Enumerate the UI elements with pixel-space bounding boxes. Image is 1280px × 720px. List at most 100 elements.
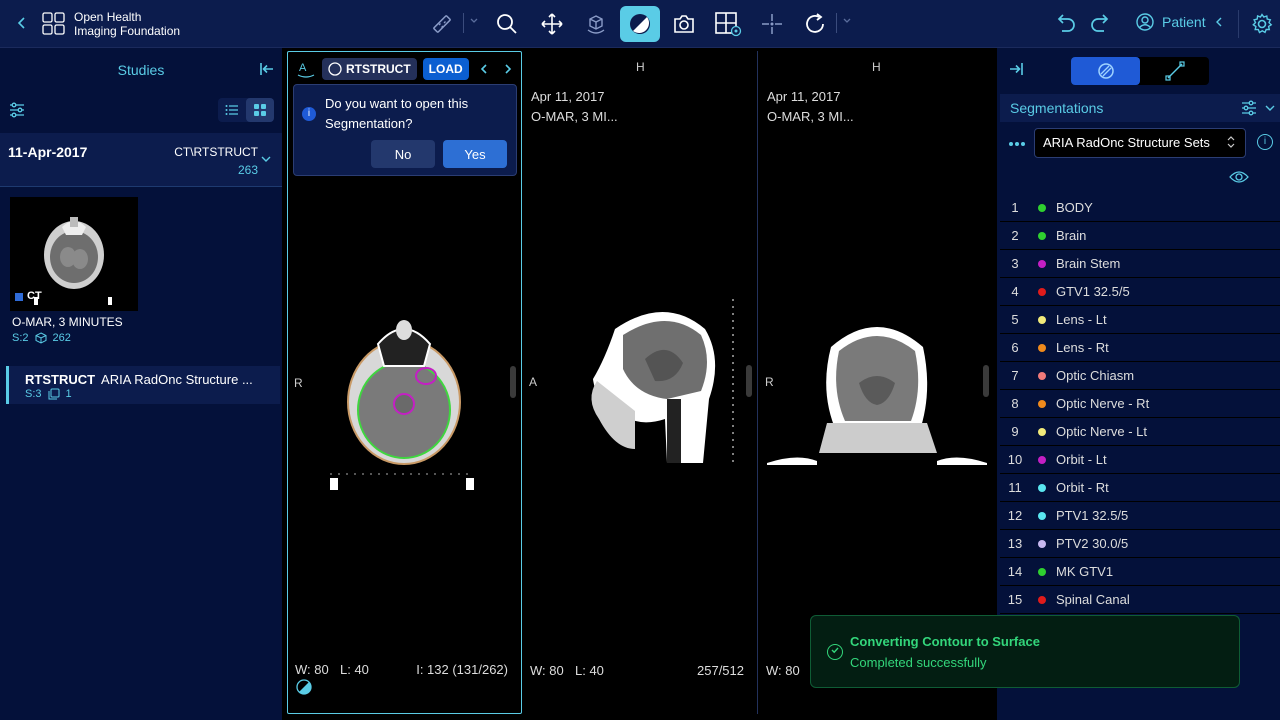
segment-row[interactable]: 3 Brain Stem	[1000, 250, 1280, 278]
notification-toast[interactable]: Converting Contour to Surface Completed …	[810, 615, 1240, 688]
segment-row[interactable]: 8 Optic Nerve - Rt	[1000, 390, 1280, 418]
prompt-no-button[interactable]: No	[371, 140, 435, 168]
prompt-question: Do you want to open this Segmentation?	[325, 96, 469, 131]
segment-number: 8	[1011, 396, 1019, 411]
rtstruct-title: RTSTRUCT ARIA RadOnc Structure ...	[25, 372, 253, 387]
rtstruct-instance-count: 1	[65, 388, 72, 400]
collapse-right-panel-icon[interactable]	[1007, 60, 1025, 83]
series-number: S:2	[12, 332, 29, 344]
study-modalities: CT\RTSTRUCT 263	[174, 143, 258, 179]
window-level-icon[interactable]	[620, 6, 660, 42]
patient-toggle[interactable]: Patient	[1136, 13, 1224, 31]
segment-color-dot	[1038, 203, 1046, 212]
open-segmentation-prompt: i Do you want to open this Segmentation?…	[293, 84, 517, 176]
segment-color-dot	[1038, 483, 1046, 492]
info-icon: i	[302, 107, 316, 121]
segmentations-header-actions	[1240, 99, 1276, 117]
segment-row[interactable]: 2 Brain	[1000, 222, 1280, 250]
segment-row[interactable]: 9 Optic Nerve - Lt	[1000, 418, 1280, 446]
series-thumbnail[interactable]: CT O-MAR, 3 MINUTES S:2 262	[6, 194, 140, 360]
visibility-eye-icon[interactable]	[1229, 170, 1249, 189]
collapse-left-panel-icon[interactable]	[258, 60, 276, 78]
prompt-yes-button[interactable]: Yes	[443, 140, 507, 168]
segmentation-select-row: ARIA RadOnc Structure Sets i	[1000, 126, 1280, 160]
pan-move-icon[interactable]	[536, 8, 568, 40]
undo-icon[interactable]	[1049, 8, 1081, 40]
selected-segmentation-set: ARIA RadOnc Structure Sets	[1043, 135, 1210, 150]
settings-gear-icon[interactable]	[1246, 8, 1278, 40]
back-chevron-icon[interactable]	[12, 14, 32, 34]
viewport-window-level-icon[interactable]	[296, 679, 312, 700]
viewport-scrollbar[interactable]	[746, 365, 752, 397]
segment-row[interactable]: 12 PTV1 32.5/5	[1000, 502, 1280, 530]
segment-row[interactable]: 10 Orbit - Lt	[1000, 446, 1280, 474]
viewport-orientation-marker-icon[interactable]: A	[296, 59, 316, 79]
segment-row[interactable]: 15 Spinal Canal	[1000, 586, 1280, 614]
study-row[interactable]: 11-Apr-2017 CT\RTSTRUCT 263	[0, 133, 282, 187]
next-arrow-icon[interactable]	[499, 58, 517, 80]
zoom-search-icon[interactable]	[491, 8, 523, 40]
segmentations-collapse-chevron-icon[interactable]	[1264, 102, 1276, 114]
segment-label: MK GTV1	[1056, 564, 1114, 579]
ruler-dropdown-chevron-icon[interactable]	[469, 16, 479, 30]
segment-number: 14	[1007, 564, 1023, 579]
view-mode-toggle	[218, 98, 274, 122]
camera-capture-icon[interactable]	[668, 8, 700, 40]
viewport-sagittal[interactable]: H Apr 11, 2017 O-MAR, 3 MI... A W: 80 L:…	[523, 51, 758, 714]
viewport-axial[interactable]: A RTSTRUCT LOAD i Do you want to open th…	[287, 51, 522, 714]
segment-row[interactable]: 14 MK GTV1	[1000, 558, 1280, 586]
segmentation-set-select[interactable]: ARIA RadOnc Structure Sets	[1034, 128, 1246, 158]
crosshairs-icon[interactable]	[756, 8, 788, 40]
logo-line2: Imaging Foundation	[74, 24, 181, 38]
viewport-study-info: Apr 11, 2017 O-MAR, 3 MI...	[531, 87, 618, 127]
reset-rotate-icon[interactable]	[799, 8, 831, 40]
segment-row[interactable]: 1 BODY	[1000, 194, 1280, 222]
viewport-scrollbar[interactable]	[510, 366, 516, 398]
segment-number: 6	[1011, 340, 1019, 355]
segment-number: 11	[1008, 480, 1022, 495]
previous-arrow-icon[interactable]	[475, 58, 493, 80]
segment-label: Lens - Lt	[1056, 312, 1107, 327]
grid-view-icon[interactable]	[246, 98, 274, 122]
viewport-date: Apr 11, 2017	[767, 89, 841, 104]
tab-segmentation-icon[interactable]	[1071, 57, 1140, 85]
segmentation-info-icon[interactable]: i	[1257, 134, 1273, 150]
segmentation-status-pill: RTSTRUCT	[322, 58, 417, 80]
segment-color-dot	[1038, 595, 1046, 604]
tab-measurements-icon[interactable]	[1140, 57, 1209, 85]
list-view-icon[interactable]	[218, 98, 246, 122]
window-level-label: L: 40	[575, 663, 604, 678]
rtstruct-description: ARIA RadOnc Structure ...	[101, 372, 253, 387]
svg-text:A: A	[299, 62, 307, 74]
segment-row[interactable]: 6 Lens - Rt	[1000, 334, 1280, 362]
segment-row[interactable]: 5 Lens - Lt	[1000, 306, 1280, 334]
segment-number: 3	[1011, 256, 1019, 271]
load-segmentation-button[interactable]: LOAD	[422, 58, 469, 80]
logo-line1: Open Health	[74, 10, 142, 24]
redo-icon[interactable]	[1085, 8, 1117, 40]
segment-color-dot	[1038, 567, 1046, 576]
rtstruct-modality: RTSTRUCT	[25, 372, 96, 387]
rtstruct-meta: S:3 1	[25, 388, 72, 400]
3d-rotate-icon[interactable]	[580, 8, 612, 40]
segment-row[interactable]: 4 GTV1 32.5/5	[1000, 278, 1280, 306]
layout-grid-icon[interactable]	[712, 8, 744, 40]
segment-color-dot	[1038, 399, 1046, 408]
filter-sliders-icon[interactable]	[8, 101, 26, 124]
study-expand-chevron-icon[interactable]	[260, 153, 272, 167]
segmentation-settings-sliders-icon[interactable]	[1240, 99, 1258, 117]
segment-row[interactable]: 7 Optic Chiasm	[1000, 362, 1280, 390]
window-level-label: L: 40	[340, 662, 369, 677]
window-width-label: W: 80	[766, 663, 800, 678]
more-tools-chevron-icon[interactable]	[842, 16, 852, 30]
segmentations-header[interactable]: Segmentations	[1000, 94, 1280, 122]
rtstruct-series-item[interactable]: RTSTRUCT ARIA RadOnc Structure ... S:3 1	[6, 366, 280, 404]
measurement-ruler-icon[interactable]	[426, 8, 458, 40]
segment-row[interactable]: 11 Orbit - Rt	[1000, 474, 1280, 502]
viewport-scrollbar[interactable]	[983, 365, 989, 397]
segment-row[interactable]: 13 PTV2 30.0/5	[1000, 530, 1280, 558]
segment-color-dot	[1038, 287, 1046, 296]
more-options-icon[interactable]	[1008, 134, 1026, 152]
segment-number: 15	[1007, 592, 1023, 607]
viewport-date: Apr 11, 2017	[531, 89, 605, 104]
